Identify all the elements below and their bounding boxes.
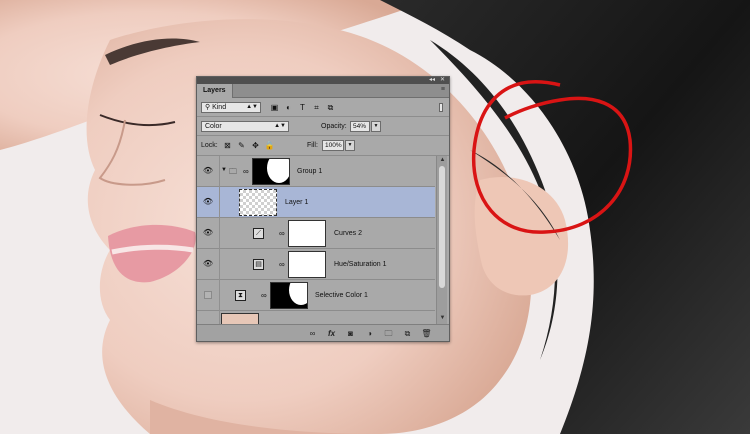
lock-image-icon[interactable]: ✎ [236,140,247,151]
layer-row[interactable]: 👁 ⟋ ∞ Curves 2 [197,218,435,249]
smart-object-filter-icon[interactable]: ⧉ [325,102,336,113]
eye-icon[interactable]: 👁 [202,258,214,270]
blend-mode-select[interactable]: Color ▲▼ [201,121,289,132]
layer-name: Selective Color 1 [315,292,368,299]
fill-label: Fill: [307,142,318,149]
layer-row[interactable]: 👁 ▤ ∞ Hue/Saturation 1 [197,249,435,280]
panel-tab-bar: Layers ≡ [197,84,449,98]
scroll-down-icon[interactable]: ▼ [438,314,447,323]
scroll-thumb[interactable] [439,166,445,288]
filter-row: ⚲ Kind ▲▼ ▣ ◐ T ⌗ ⧉ [197,98,449,117]
layer-name: Layer 1 [285,199,309,206]
panel-menu-icon[interactable]: ≡ [441,86,445,93]
link-icon[interactable]: ∞ [261,290,267,301]
layer-name: Hue/Saturation 1 [334,261,387,268]
opacity-dropdown-button[interactable]: ▼ [371,121,381,132]
mask-shape [289,283,307,305]
lock-row: Lock: ⊠ ✎ ✥ 🔒 Fill: 100% ▼ [197,136,449,156]
type-filter-icon[interactable]: T [297,102,308,113]
chevron-down-icon: ▲▼ [246,104,258,110]
tab-layers[interactable]: Layers [197,84,233,98]
layer-row[interactable] [197,311,435,324]
opacity-label: Opacity: [321,123,347,130]
image-filter-icon[interactable]: ▣ [269,102,280,113]
divider [219,280,220,311]
mask-thumbnail[interactable] [288,220,326,247]
panel-top-strip: ◂◂ ✕ [197,77,449,84]
eye-icon[interactable]: 👁 [202,196,214,208]
mask-shape [267,159,289,183]
lock-label: Lock: [201,142,218,149]
layer-row[interactable]: ⧗ ∞ Selective Color 1 [197,280,435,311]
lock-position-icon[interactable]: ✥ [250,140,261,151]
new-layer-icon[interactable]: ⧉ [402,328,413,339]
blend-row: Color ▲▼ Opacity: 54% ▼ [197,117,449,136]
layer-row[interactable]: 👁 ▼ 🗀 ∞ Group 1 [197,156,435,187]
shape-filter-icon[interactable]: ⌗ [311,102,322,113]
layer-row[interactable]: 👁 Layer 1 [197,187,435,218]
chevron-down-icon: ▲▼ [274,123,286,129]
fx-icon[interactable]: fx [326,328,337,339]
link-layers-icon[interactable]: ∞ [307,328,318,339]
link-icon[interactable]: ∞ [279,259,285,270]
eye-icon[interactable]: 👁 [202,227,214,239]
blend-mode-value: Color [205,123,222,130]
divider [219,249,220,280]
hue-saturation-icon: ▤ [253,259,264,270]
group-mask-thumbnail[interactable] [252,158,290,185]
scroll-up-icon[interactable]: ▲ [438,156,447,165]
divider [219,156,220,187]
layers-scrollbar[interactable]: ▲ ▼ [436,156,447,324]
link-icon[interactable]: ∞ [243,166,249,177]
close-icon[interactable]: ✕ [440,76,445,83]
expand-arrow-icon[interactable]: ▼ [221,165,227,176]
eye-icon[interactable]: 👁 [202,165,214,177]
selective-color-icon: ⧗ [235,290,246,301]
lock-all-icon[interactable]: 🔒 [264,140,275,151]
layer-name: Group 1 [297,168,323,175]
divider [219,311,220,324]
divider [219,187,220,218]
layers-list: 👁 ▼ 🗀 ∞ Group 1 👁 Layer 1 👁 ⟋ ∞ Curves 2… [197,156,435,324]
opacity-field[interactable]: 54% [350,121,370,132]
filter-kind-select[interactable]: ⚲ Kind ▲▼ [201,102,261,113]
adjustment-filter-icon[interactable]: ◐ [283,102,294,113]
visibility-box[interactable] [204,291,212,299]
background-layer-thumbnail[interactable] [221,313,259,324]
panel-bottom-bar: ∞ fx ◙ ◑ 🗀 ⧉ 🗑 [197,324,449,341]
new-adjustment-icon[interactable]: ◑ [364,328,375,339]
fill-dropdown-button[interactable]: ▼ [345,140,355,151]
filter-kind-value: Kind [212,104,227,111]
link-icon[interactable]: ∞ [279,228,285,239]
fill-field[interactable]: 100% [322,140,344,151]
new-group-icon[interactable]: 🗀 [383,328,394,339]
mask-thumbnail[interactable] [288,251,326,278]
divider [219,218,220,249]
collapse-icon[interactable]: ◂◂ [429,76,435,83]
curves-icon: ⟋ [253,228,264,239]
folder-icon: 🗀 [229,167,237,176]
filter-toggle[interactable] [439,103,443,112]
mask-thumbnail[interactable] [270,282,308,309]
layer-name: Curves 2 [334,230,363,237]
lock-transparent-icon[interactable]: ⊠ [222,140,233,151]
trash-icon[interactable]: 🗑 [421,328,432,339]
layer-thumbnail[interactable] [239,189,277,216]
add-mask-icon[interactable]: ◙ [345,328,356,339]
layers-panel: ◂◂ ✕ Layers ≡ ⚲ Kind ▲▼ ▣ ◐ T ⌗ ⧉ Color … [196,76,450,342]
